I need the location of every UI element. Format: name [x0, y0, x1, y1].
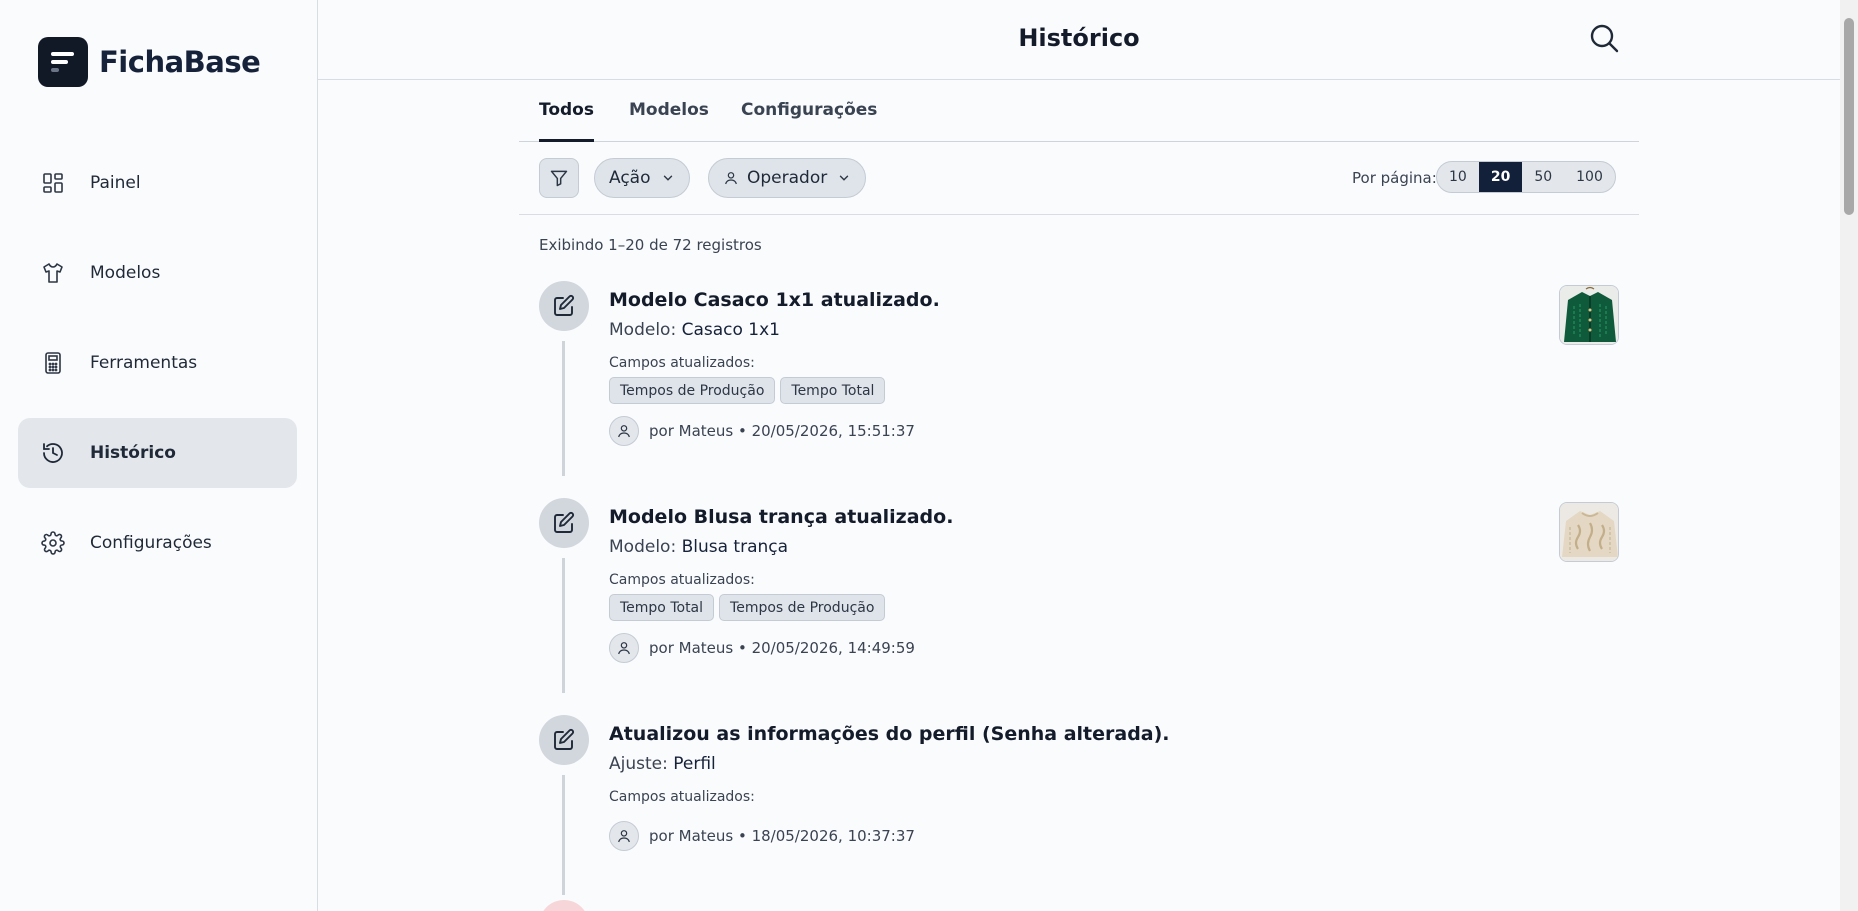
per-page-selector: 10 20 50 100	[1436, 161, 1616, 193]
sidebar: FichaBase Painel Modelos Ferramentas His…	[0, 0, 318, 911]
brand-logo-icon	[38, 37, 88, 87]
edit-icon	[539, 715, 589, 765]
byline-text: por Mateus • 18/05/2026, 10:37:37	[649, 827, 915, 845]
fields-label: Campos atualizados:	[609, 572, 755, 588]
per-page-option[interactable]: 50	[1522, 162, 1564, 192]
byline-text: por Mateus • 20/05/2026, 15:51:37	[649, 422, 915, 440]
per-page-option[interactable]: 10	[1437, 162, 1479, 192]
operator-filter-dropdown[interactable]: Operador	[708, 158, 867, 198]
sidebar-item-painel[interactable]: Painel	[18, 148, 297, 218]
tab-configuracoes[interactable]: Configurações	[741, 100, 877, 120]
entry-title: Modelo Blusa trança atualizado.	[609, 506, 954, 528]
gear-icon	[40, 530, 66, 556]
per-page-option-selected[interactable]: 20	[1478, 162, 1523, 192]
entry-sub-link[interactable]: Blusa trança	[682, 537, 788, 557]
tab-bar: Todos Modelos Configurações	[519, 82, 1639, 142]
tab-todos[interactable]: Todos	[539, 100, 594, 142]
filter-bar: Ação Operador Por página: 10 20 50 100	[519, 142, 1639, 215]
entry-sub-label: Ajuste:	[609, 754, 668, 774]
sidebar-item-ferramentas[interactable]: Ferramentas	[18, 328, 297, 398]
scrollbar[interactable]	[1840, 0, 1858, 911]
operator-filter-label: Operador	[747, 168, 828, 188]
sidebar-item-configuracoes[interactable]: Configurações	[18, 508, 297, 578]
user-avatar-icon	[609, 633, 639, 663]
field-tag: Tempos de Produção	[609, 377, 776, 404]
sidebar-item-label: Modelos	[90, 263, 161, 283]
tab-modelos[interactable]: Modelos	[629, 100, 709, 120]
history-entry: Atualizou as informações do perfil (Senh…	[539, 715, 1619, 911]
fields-label: Campos atualizados:	[609, 355, 755, 371]
tag-list: Tempo Total Tempos de Produção	[609, 594, 890, 621]
brand-name: FichaBase	[99, 45, 261, 79]
history-icon	[40, 440, 66, 466]
timeline-line	[562, 558, 565, 693]
chevron-down-icon	[837, 171, 851, 185]
timeline-line	[562, 775, 565, 895]
entry-byline: por Mateus • 20/05/2026, 15:51:37	[609, 416, 915, 446]
user-avatar-icon	[609, 821, 639, 851]
field-tag: Tempos de Produção	[719, 594, 886, 621]
field-tag: Tempo Total	[780, 377, 886, 404]
entry-sub-label: Modelo:	[609, 320, 677, 340]
entry-byline: por Mateus • 18/05/2026, 10:37:37	[609, 821, 915, 851]
entry-title: Modelo Casaco 1x1 atualizado.	[609, 289, 940, 311]
user-avatar-icon	[609, 416, 639, 446]
records-count: Exibindo 1–20 de 72 registros	[539, 236, 762, 254]
field-tag: Tempo Total	[609, 594, 715, 621]
edit-icon	[539, 281, 589, 331]
green-cardigan-thumbnail[interactable]	[1559, 285, 1619, 345]
scrollbar-thumb[interactable]	[1844, 18, 1854, 215]
per-page-option[interactable]: 100	[1564, 162, 1615, 192]
timeline-line	[562, 341, 565, 476]
sidebar-nav: Painel Modelos Ferramentas Histórico Con…	[18, 148, 297, 598]
entry-sub-link[interactable]: Casaco 1x1	[682, 320, 780, 340]
byline-text: por Mateus • 20/05/2026, 14:49:59	[649, 639, 915, 657]
action-filter-label: Ação	[609, 168, 651, 188]
sidebar-item-label: Histórico	[90, 443, 176, 463]
action-filter-dropdown[interactable]: Ação	[594, 158, 690, 198]
chevron-down-icon	[661, 171, 675, 185]
sidebar-item-label: Configurações	[90, 533, 212, 553]
entry-subtitle: Modelo: Blusa trança	[609, 537, 788, 557]
entry-sub-link[interactable]: Perfil	[673, 754, 716, 774]
sidebar-item-label: Ferramentas	[90, 353, 198, 373]
user-icon	[723, 170, 739, 186]
top-bar: Histórico	[318, 0, 1840, 80]
history-entry: Modelo Blusa trança atualizado. Modelo: …	[539, 498, 1619, 698]
entry-subtitle: Ajuste: Perfil	[609, 754, 716, 774]
entry-sub-label: Modelo:	[609, 537, 677, 557]
shirt-icon	[40, 260, 66, 286]
search-icon[interactable]	[1588, 22, 1620, 54]
calculator-icon	[40, 350, 66, 376]
sidebar-item-label: Painel	[90, 173, 141, 193]
history-entry: Modelo Casaco 1x1 atualizado. Modelo: Ca…	[539, 281, 1619, 481]
entry-byline: por Mateus • 20/05/2026, 14:49:59	[609, 633, 915, 663]
filter-icon	[549, 168, 569, 188]
sidebar-item-modelos[interactable]: Modelos	[18, 238, 297, 308]
edit-icon	[539, 498, 589, 548]
fields-label: Campos atualizados:	[609, 789, 755, 805]
cream-sweater-thumbnail[interactable]	[1559, 502, 1619, 562]
entry-subtitle: Modelo: Casaco 1x1	[609, 320, 780, 340]
entry-title: Atualizou as informações do perfil (Senh…	[609, 723, 1170, 745]
brand[interactable]: FichaBase	[38, 37, 261, 87]
dashboard-icon	[40, 170, 66, 196]
sidebar-item-historico[interactable]: Histórico	[18, 418, 297, 488]
per-page-label: Por página:	[1352, 169, 1437, 187]
filter-button[interactable]	[539, 158, 579, 198]
tag-list: Tempos de Produção Tempo Total	[609, 377, 890, 404]
